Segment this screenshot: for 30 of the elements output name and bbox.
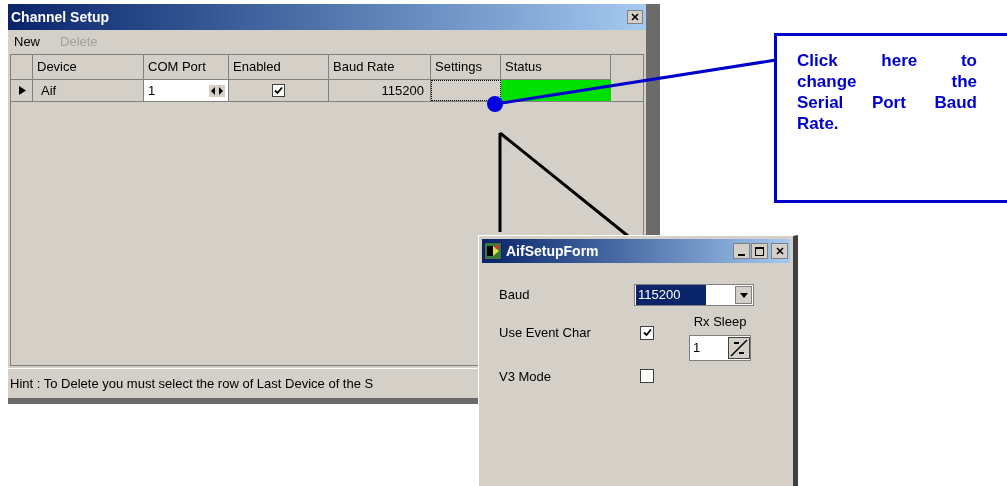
rx-sleep-field[interactable]: 1 — [689, 334, 751, 361]
option-label: Use Event Char — [499, 324, 591, 342]
close-icon — [775, 247, 784, 255]
com-port-field[interactable]: 1 — [144, 80, 229, 101]
app-icon — [484, 242, 502, 260]
menu-item[interactable]: New — [14, 32, 40, 52]
close-button[interactable] — [771, 243, 788, 259]
column-header[interactable]: Settings — [431, 55, 501, 80]
callout-text: Click here to change the Serial Port Baud Rate. — [797, 50, 977, 134]
field-label: Baud — [499, 286, 530, 305]
table-cell: 115200 — [329, 80, 431, 101]
checkbox[interactable] — [640, 369, 654, 384]
checkbox[interactable] — [640, 325, 654, 340]
spin-arrows-icon[interactable] — [209, 84, 225, 97]
window-title: AifSetupForm — [506, 241, 599, 261]
maximize-button[interactable] — [751, 243, 768, 259]
close-button[interactable] — [627, 10, 643, 24]
option-label: V3 Mode — [499, 367, 552, 386]
checkbox[interactable] — [272, 84, 285, 97]
spin-arrows-icon[interactable] — [728, 336, 750, 359]
baud-dropdown[interactable]: 115200 — [634, 284, 754, 306]
column-header[interactable]: Enabled — [229, 55, 329, 80]
maximize-icon — [755, 246, 764, 256]
minimize-button[interactable] — [733, 243, 750, 259]
field-label: Rx Sleep — [693, 313, 747, 331]
close-icon — [631, 13, 639, 21]
column-header[interactable]: Baud Rate — [329, 55, 431, 80]
minimize-icon — [738, 254, 745, 256]
column-header[interactable]: Device — [33, 55, 144, 80]
window-title: Channel Setup — [11, 7, 109, 27]
